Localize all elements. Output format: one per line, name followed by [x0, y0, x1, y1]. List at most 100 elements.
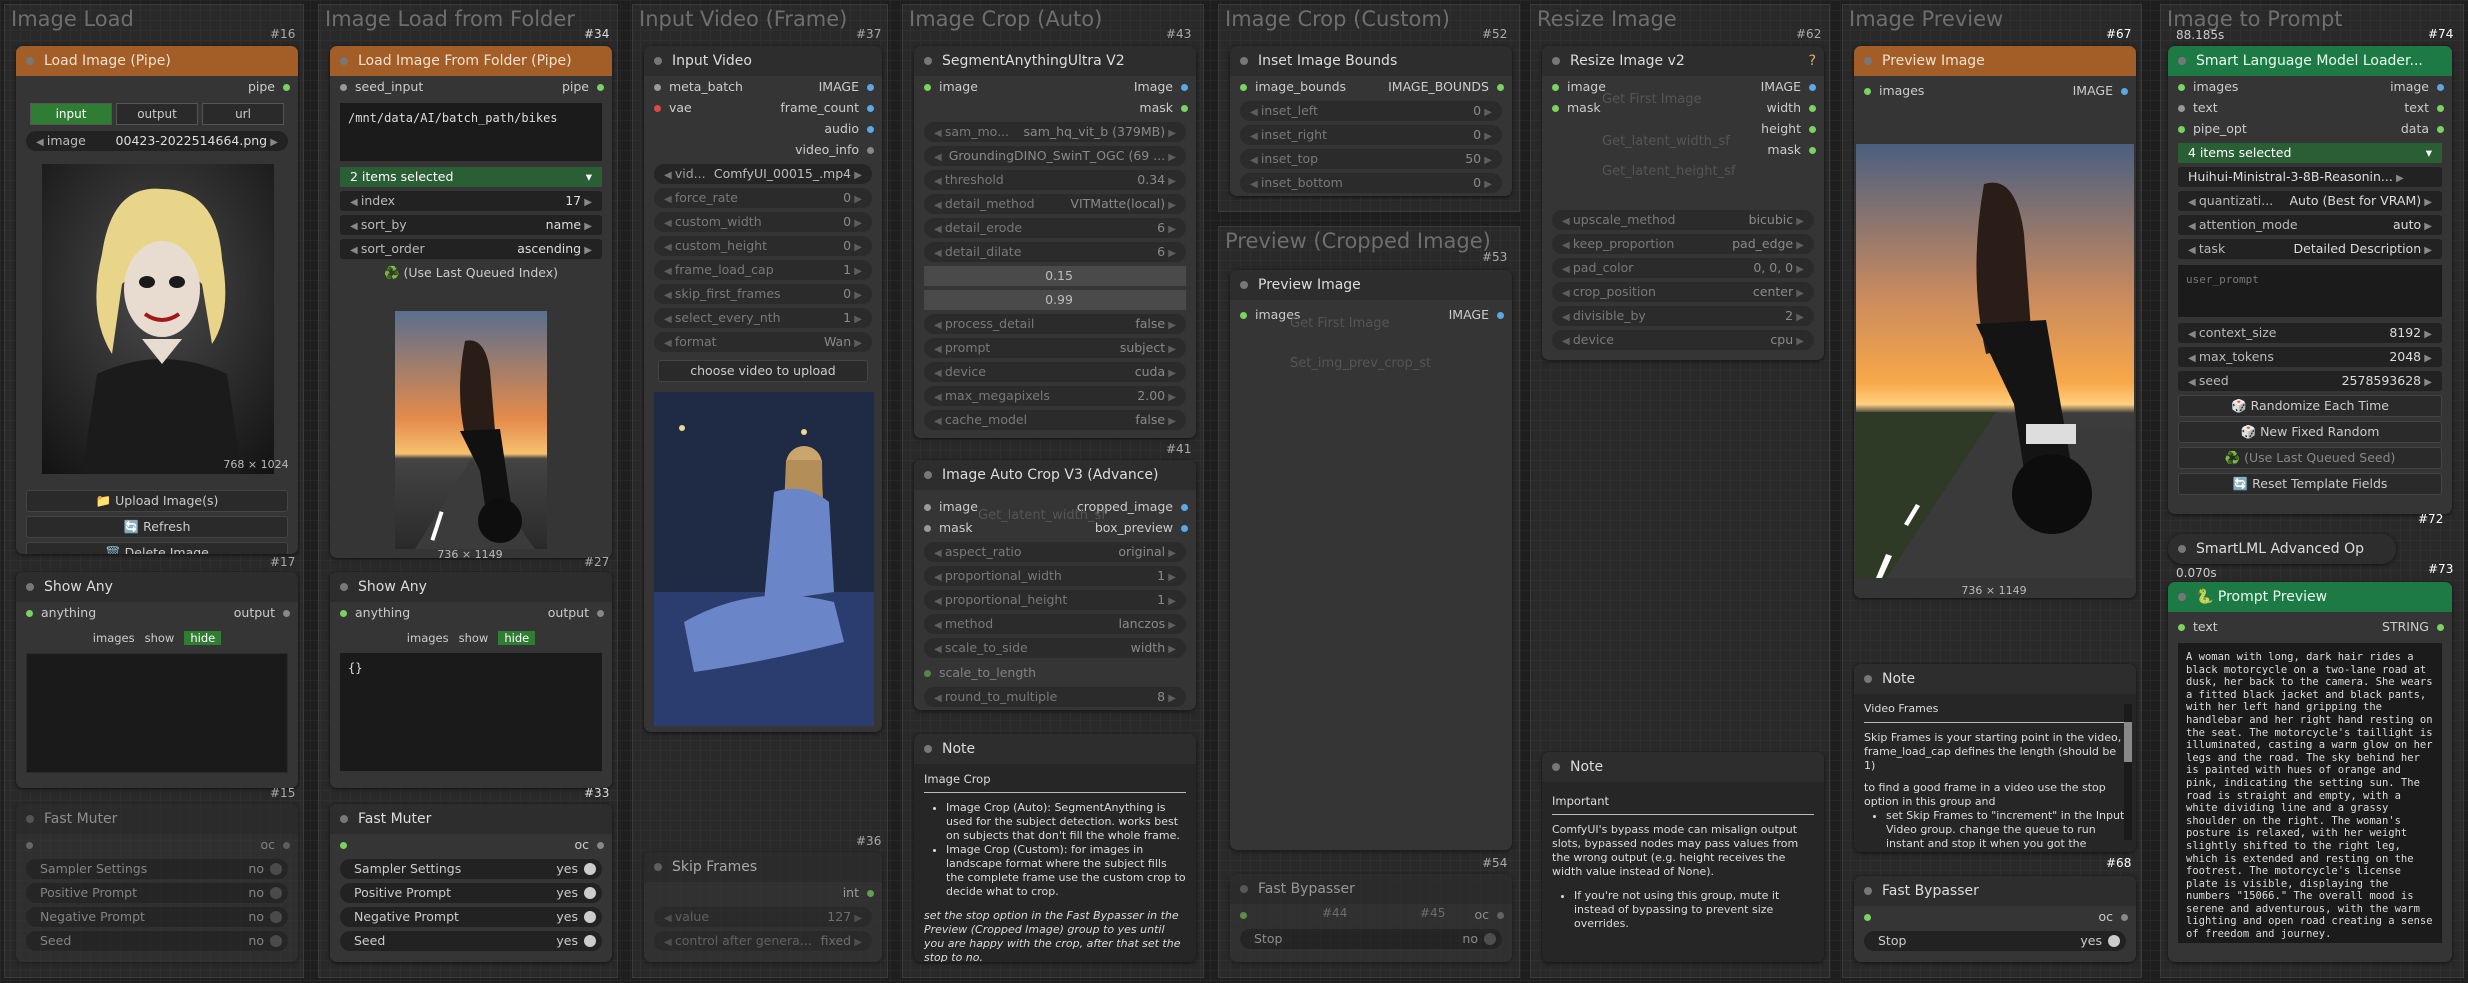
toggle-sampler-settings[interactable]: Sampler Settings no — [26, 859, 288, 879]
select-every-nth-widget[interactable]: select_every_nth1 — [654, 308, 872, 328]
output-data[interactable]: data — [2401, 118, 2444, 139]
attention-mode-widget[interactable]: attention_modeauto — [2178, 215, 2442, 235]
input-video-node[interactable]: Input Video meta_batch IMAGE vae frame_cou… — [644, 46, 882, 732]
input-image[interactable]: image — [924, 76, 978, 97]
custom-width-widget[interactable]: custom_width0 — [654, 212, 872, 232]
input-mask[interactable]: mask — [924, 517, 973, 538]
input-meta-batch[interactable]: meta_batch — [654, 76, 743, 97]
scale-to-side-widget[interactable]: scale_to_sidewidth — [924, 638, 1186, 658]
use-last-seed-button[interactable]: ♻️ (Use Last Queued Seed) — [2178, 447, 2442, 469]
output-box-preview[interactable]: box_preview — [1095, 517, 1188, 538]
model-widget[interactable]: Huihui-Ministral-3-8B-Reasonin... — [2178, 167, 2442, 187]
toggle-positive-prompt[interactable]: Positive Prompt no — [26, 883, 288, 903]
image-select-widget[interactable]: image00423-2022514664.png — [26, 131, 288, 151]
divisible-by-widget[interactable]: divisible_by2 — [1552, 306, 1814, 326]
output-frame-count[interactable]: frame_count — [780, 97, 874, 118]
sort-order-widget[interactable]: sort_orderascending — [340, 239, 602, 259]
node-title[interactable]: Fast Muter — [16, 804, 298, 834]
hide-toggle[interactable]: hide — [498, 631, 536, 645]
input-image-bounds[interactable]: image_bounds — [1240, 76, 1346, 97]
input-images[interactable]: images — [2178, 76, 2238, 97]
node-title[interactable]: Show Any — [330, 572, 612, 602]
input-text[interactable]: text — [2178, 97, 2218, 118]
detail-erode-widget[interactable]: detail_erode6 — [924, 218, 1186, 238]
method-widget[interactable]: methodlanczos — [924, 614, 1186, 634]
custom-height-widget[interactable]: custom_height0 — [654, 236, 872, 256]
output-oc[interactable]: oc — [1474, 904, 1504, 925]
input-anything[interactable]: anything — [340, 602, 410, 623]
detail-dilate-widget[interactable]: detail_dilate6 — [924, 242, 1186, 262]
output-text[interactable]: text — [2404, 97, 2444, 118]
randomize-each-time-button[interactable]: 🎲 Randomize Each Time — [2178, 395, 2442, 417]
upload-images-button[interactable]: 📁 Upload Image(s) — [26, 490, 288, 512]
preview-cropped-node[interactable]: Preview Image images IMAGE Get First Imag… — [1230, 270, 1512, 850]
input-mask[interactable]: mask — [1552, 97, 1601, 118]
white-point-slider[interactable]: white_point0.99 — [924, 290, 1186, 310]
input-seed[interactable]: seed_input — [340, 76, 423, 97]
output-string[interactable]: STRING — [2382, 616, 2444, 637]
segment-anything-node[interactable]: SegmentAnythingUltra V2 image Image mask … — [914, 46, 1196, 438]
frame-load-cap-widget[interactable]: frame_load_cap1 — [654, 260, 872, 280]
preview-image-node[interactable]: Preview Image images IMAGE 736 × 1149 — [1854, 46, 2136, 598]
aspect-ratio-widget[interactable]: aspect_ratiooriginal — [924, 542, 1186, 562]
output-output[interactable]: output — [548, 602, 604, 623]
device-widget[interactable]: devicecpu — [1552, 330, 1814, 350]
output-image[interactable]: IMAGE — [1449, 304, 1504, 325]
round-to-multiple-widget[interactable]: round_to_multiple8 — [924, 687, 1186, 707]
pad-color-widget[interactable]: pad_color0, 0, 0 — [1552, 258, 1814, 278]
new-fixed-random-button[interactable]: 🎲 New Fixed Random — [2178, 421, 2442, 443]
process-detail-widget[interactable]: process_detailfalse — [924, 314, 1186, 334]
output-video-info[interactable]: video_info — [795, 139, 874, 160]
inset-image-bounds-node[interactable]: Inset Image Bounds image_bounds IMAGE_BOU… — [1230, 46, 1512, 196]
toggle-negative-prompt[interactable]: Negative Prompt no — [26, 907, 288, 927]
show-any-node-2[interactable]: Show Any anything output images show hide {… — [330, 572, 612, 788]
output-pipe[interactable]: pipe — [248, 76, 290, 97]
note-video-node[interactable]: Note Video Frames Skip Frames is your st… — [1854, 664, 2136, 852]
input-vae[interactable]: vae — [654, 97, 692, 118]
output-height[interactable]: height — [1761, 118, 1816, 139]
show-toggle[interactable]: show — [145, 631, 175, 645]
output-audio[interactable]: audio — [824, 118, 874, 139]
input-pipe-opt[interactable]: pipe_opt — [2178, 118, 2247, 139]
toggle-seed[interactable]: Seed yes — [340, 931, 602, 951]
node-title[interactable]: Preview Image — [1230, 270, 1512, 300]
inset-bottom-widget[interactable]: inset_bottom0 — [1240, 173, 1502, 193]
fast-bypasser-node-1[interactable]: Fast Bypasser #44 #45 oc Stop no — [1230, 874, 1512, 962]
quantization-widget[interactable]: quantizati...Auto (Best for VRAM) — [2178, 191, 2442, 211]
node-title[interactable]: Note — [1854, 664, 2136, 694]
input-image[interactable]: image — [924, 496, 978, 517]
inset-top-widget[interactable]: inset_top50 — [1240, 149, 1502, 169]
show-toggle[interactable]: show — [459, 631, 489, 645]
output-oc[interactable]: oc — [574, 834, 604, 855]
upscale-method-widget[interactable]: upscale_methodbicubic — [1552, 210, 1814, 230]
node-title[interactable]: 🐍 Prompt Preview — [2168, 582, 2452, 612]
tab-output[interactable]: output — [116, 103, 198, 125]
output-mask[interactable]: mask — [1767, 139, 1816, 160]
node-title[interactable]: Inset Image Bounds — [1230, 46, 1512, 76]
node-title[interactable]: Preview Image — [1854, 46, 2136, 76]
note-resize-node[interactable]: Note Important ComfyUI's bypass mode can… — [1542, 752, 1824, 962]
device-widget[interactable]: devicecuda — [924, 362, 1186, 382]
threshold-widget[interactable]: threshold0.34 — [924, 170, 1186, 190]
input-text[interactable]: text — [2178, 616, 2218, 637]
user-prompt-input[interactable]: user_prompt — [2178, 265, 2442, 317]
fast-muter-node-2[interactable]: Fast Muter oc Sampler Settings yes Positi… — [330, 804, 612, 962]
output-image[interactable]: image — [2390, 76, 2444, 97]
detail-method-widget[interactable]: detail_methodVITMatte(local) — [924, 194, 1186, 214]
toggle-seed[interactable]: Seed no — [26, 931, 288, 951]
node-title[interactable]: Load Image From Folder (Pipe) — [330, 46, 612, 76]
toggle-sampler-settings[interactable]: Sampler Settings yes — [340, 859, 602, 879]
multi-select-dropdown[interactable]: 2 items selected ▾ — [340, 167, 602, 187]
note-crop-node[interactable]: Note Image Crop Image Crop (Auto): Segme… — [914, 734, 1196, 962]
node-title[interactable]: Input Video — [644, 46, 882, 76]
cache-model-widget[interactable]: cache_modelfalse — [924, 410, 1186, 430]
grounding-dino-widget[interactable]: GroundingDINO_SwinT_OGC (69 ... — [924, 146, 1186, 166]
node-title[interactable]: Skip Frames — [644, 852, 882, 882]
scale-to-length-input[interactable]: scale_to_length — [924, 662, 1036, 683]
value-widget[interactable]: value127 — [654, 907, 872, 927]
index-widget[interactable]: index17 — [340, 191, 602, 211]
node-title[interactable]: Fast Bypasser — [1854, 876, 2136, 906]
help-icon[interactable]: ? — [1809, 46, 1816, 76]
toggle-negative-prompt[interactable]: Negative Prompt yes — [340, 907, 602, 927]
tab-input[interactable]: input — [30, 103, 112, 125]
